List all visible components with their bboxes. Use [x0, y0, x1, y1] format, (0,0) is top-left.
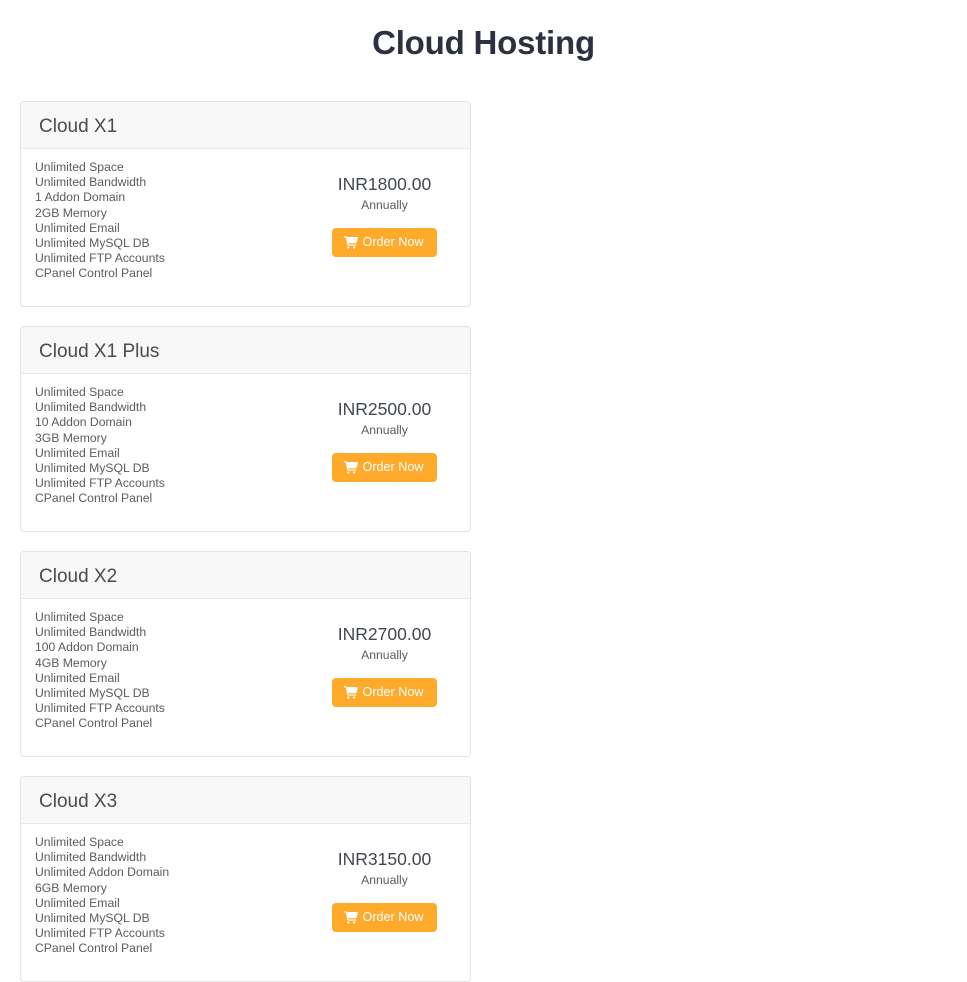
plan-feature-item: 100 Addon Domain [35, 640, 139, 655]
plan-feature-item: Unlimited MySQL DB [35, 236, 150, 251]
plan-price-block: INR3150.00 Annually Order Now [327, 835, 456, 932]
order-now-button-2[interactable]: Order Now [331, 453, 438, 482]
plan-feature-item: Unlimited Email [35, 895, 120, 910]
plan-card-header: Cloud X2 [21, 552, 470, 599]
plan-features-list: Unlimited Space Unlimited Bandwidth 100 Ad… [35, 610, 327, 732]
order-now-label: Order Now [362, 910, 424, 924]
plan-feature-item: Unlimited Bandwidth [35, 625, 147, 640]
plan-cards-grid: Cloud X1 Unlimited Space Unlimited Bandwi… [20, 101, 951, 982]
plan-name: Cloud X1 Plus [39, 341, 160, 362]
plan-feature-item: Unlimited FTP Accounts [35, 251, 165, 266]
plan-feature-item: Unlimited Space [35, 835, 124, 849]
page-title: Cloud Hosting [372, 24, 595, 61]
plan-feature-item: Unlimited Email [35, 445, 120, 460]
plan-feature-item: 4GB Memory [35, 655, 107, 670]
plan-card-header: Cloud X1 [21, 102, 470, 149]
hosting-plans-page: Cloud Hosting Cloud X1 Unlimited Space Un… [0, 0, 967, 982]
order-now-label: Order Now [362, 235, 424, 249]
shopping-cart-icon [343, 686, 358, 699]
plan-feature-item: Unlimited Space [35, 385, 124, 399]
plan-feature-item: Unlimited FTP Accounts [35, 701, 165, 716]
plan-card-3: Cloud X2 Unlimited Space Unlimited Bandwi… [20, 551, 471, 757]
plan-card-body: Unlimited Space Unlimited Bandwidth 10 Add… [21, 374, 470, 531]
plan-feature-item: Unlimited MySQL DB [35, 686, 150, 701]
plan-feature-item: Unlimited Bandwidth [35, 175, 147, 190]
plan-price-block: INR1800.00 Annually Order Now [327, 160, 456, 257]
plan-feature-item: 1 Addon Domain [35, 190, 126, 205]
order-now-label: Order Now [362, 460, 424, 474]
plan-card-body: Unlimited Space Unlimited Bandwidth 100 Ad… [21, 599, 470, 756]
plan-card-body: Unlimited Space Unlimited Bandwidth 1 Addo… [21, 149, 470, 306]
plan-price-amount: INR2500.00 [337, 399, 432, 419]
plan-card-header: Cloud X3 [21, 777, 470, 824]
plan-price-amount: INR2700.00 [337, 624, 432, 644]
order-now-button-3[interactable]: Order Now [331, 678, 438, 707]
plan-card-1: Cloud X1 Unlimited Space Unlimited Bandwi… [20, 101, 471, 307]
plan-price-amount: INR1800.00 [337, 174, 432, 194]
plan-billing-cycle: Annually [361, 198, 408, 212]
plan-feature-item: Unlimited FTP Accounts [35, 926, 165, 941]
plan-feature-item: Unlimited Email [35, 670, 120, 685]
plan-price-block: INR2500.00 Annually Order Now [327, 385, 456, 482]
plan-billing-cycle: Annually [361, 423, 408, 437]
plan-price-amount: INR3150.00 [337, 849, 432, 869]
plan-card-4: Cloud X3 Unlimited Space Unlimited Bandwi… [20, 776, 471, 982]
plan-feature-item: Unlimited MySQL DB [35, 461, 150, 476]
plan-features-list: Unlimited Space Unlimited Bandwidth 1 Addo… [35, 160, 327, 282]
plan-feature-item: Unlimited FTP Accounts [35, 476, 165, 491]
plan-feature-item: CPanel Control Panel [35, 491, 153, 506]
order-now-label: Order Now [362, 685, 424, 699]
plan-feature-item: 6GB Memory [35, 880, 107, 895]
order-now-button-1[interactable]: Order Now [331, 228, 438, 257]
plan-card-2: Cloud X1 Plus Unlimited Space Unlimited B… [20, 326, 471, 532]
plan-feature-item: Unlimited Space [35, 160, 124, 174]
plan-feature-item: 10 Addon Domain [35, 415, 132, 430]
plan-feature-item: 3GB Memory [35, 430, 107, 445]
order-now-button-4[interactable]: Order Now [331, 903, 438, 932]
plan-name: Cloud X2 [39, 566, 118, 587]
plan-card-header: Cloud X1 Plus [21, 327, 470, 374]
shopping-cart-icon [343, 236, 358, 249]
plan-billing-cycle: Annually [361, 648, 408, 662]
plan-feature-item: Unlimited Bandwidth [35, 400, 147, 415]
plan-feature-item: Unlimited Addon Domain [35, 865, 170, 880]
plan-feature-item: Unlimited MySQL DB [35, 911, 150, 926]
plan-billing-cycle: Annually [361, 873, 408, 887]
plan-feature-item: CPanel Control Panel [35, 941, 153, 956]
plan-feature-item: Unlimited Space [35, 610, 124, 624]
plan-name: Cloud X1 [39, 116, 118, 137]
plan-features-list: Unlimited Space Unlimited Bandwidth 10 Add… [35, 385, 327, 507]
plan-features-list: Unlimited Space Unlimited Bandwidth Unlimi… [35, 835, 327, 957]
plan-name: Cloud X3 [39, 791, 118, 812]
plan-feature-item: Unlimited Email [35, 220, 120, 235]
plan-feature-item: 2GB Memory [35, 205, 107, 220]
shopping-cart-icon [343, 911, 358, 924]
plan-feature-item: CPanel Control Panel [35, 716, 153, 731]
plan-card-body: Unlimited Space Unlimited Bandwidth Unlimi… [21, 824, 470, 981]
plan-feature-item: CPanel Control Panel [35, 266, 153, 281]
plan-feature-item: Unlimited Bandwidth [35, 850, 147, 865]
plan-price-block: INR2700.00 Annually Order Now [327, 610, 456, 707]
shopping-cart-icon [343, 461, 358, 474]
